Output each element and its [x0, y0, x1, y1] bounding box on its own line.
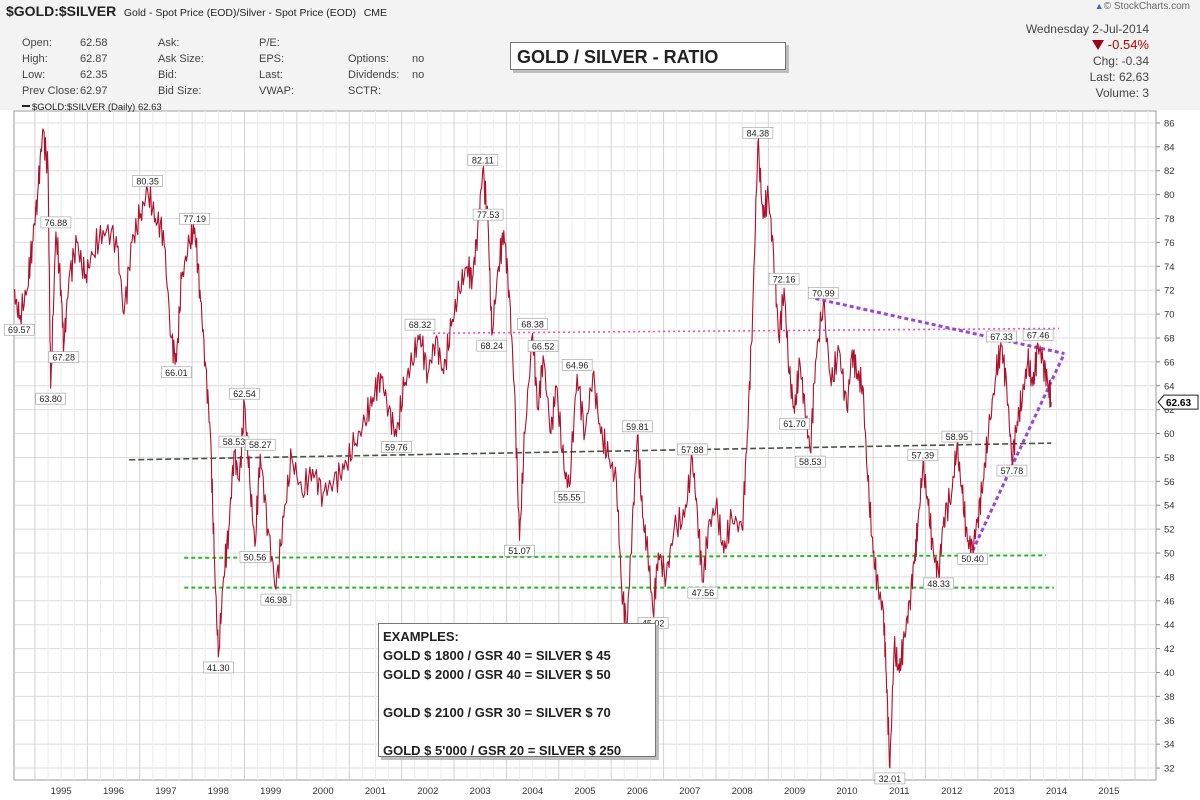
value-callout: 66.52	[532, 342, 555, 352]
x-tick-label: 1996	[103, 786, 124, 797]
x-tick-label: 2001	[365, 786, 386, 797]
value-callout: 58.53	[799, 457, 822, 467]
x-tick-label: 2005	[574, 786, 595, 797]
y-tick-label: 40	[1164, 668, 1175, 679]
value-callout: 57.88	[681, 445, 704, 455]
value-callout: 57.78	[1001, 466, 1024, 476]
value-callout: 82.11	[472, 155, 494, 165]
value-callout: 55.55	[558, 493, 581, 503]
y-tick-label: 72	[1164, 286, 1175, 297]
y-tick-label: 64	[1164, 381, 1175, 392]
legend: $GOLD:$SILVER (Daily) 62.63	[22, 102, 162, 113]
y-tick-label: 36	[1164, 716, 1175, 727]
value-callout: 67.46	[1027, 330, 1050, 340]
value-callout: 50.40	[961, 554, 984, 564]
value-callout: 72.16	[773, 274, 796, 284]
value-callout: 67.28	[53, 353, 76, 363]
value-callout: 59.81	[626, 422, 649, 432]
examples-line: GOLD $ 1800 / GSR 40 = SILVER $ 45	[383, 648, 611, 663]
value-callout: 47.56	[692, 588, 715, 598]
x-tick-label: 2008	[732, 786, 753, 797]
examples-line: GOLD $ 2100 / GSR 30 = SILVER $ 70	[383, 705, 611, 720]
x-tick-label: 1999	[260, 786, 281, 797]
y-tick-label: 66	[1164, 357, 1175, 368]
legend-label: $GOLD:$SILVER (Daily) 62.63	[32, 102, 162, 113]
value-callout: 58.27	[249, 440, 272, 450]
x-tick-label: 1998	[208, 786, 229, 797]
value-callout: 62.54	[233, 389, 256, 399]
value-callout: 41.30	[207, 663, 230, 673]
y-tick-label: 32	[1164, 764, 1175, 775]
value-callout: 66.01	[165, 368, 188, 378]
y-tick-label: 56	[1164, 477, 1175, 488]
y-tick-label: 52	[1164, 525, 1175, 536]
legend-swatch	[22, 105, 30, 107]
examples-line	[383, 722, 651, 741]
value-callout: 59.76	[385, 442, 408, 452]
last-value-label: 62.63	[1166, 398, 1191, 409]
y-tick-label: 78	[1164, 214, 1175, 225]
value-callout: 63.80	[39, 394, 62, 404]
value-callout: 77.19	[183, 214, 206, 224]
x-tick-label: 2009	[784, 786, 805, 797]
value-callout: 57.39	[912, 451, 935, 461]
x-tick-label: 2012	[941, 786, 962, 797]
y-tick-label: 48	[1164, 572, 1175, 583]
x-tick-label: 2000	[313, 786, 334, 797]
value-callout: 50.56	[244, 552, 267, 562]
y-tick-label: 44	[1164, 620, 1175, 631]
value-callout: 68.32	[409, 320, 432, 330]
value-callout: 51.07	[508, 546, 531, 556]
x-tick-label: 1997	[155, 786, 176, 797]
value-callout: 46.98	[265, 595, 288, 605]
y-tick-label: 46	[1164, 596, 1175, 607]
value-callout: 32.01	[879, 774, 902, 784]
y-tick-label: 34	[1164, 740, 1175, 751]
examples-line: EXAMPLES:	[383, 629, 459, 644]
x-tick-label: 2006	[627, 786, 648, 797]
x-tick-label: 2011	[889, 786, 909, 797]
y-tick-label: 68	[1164, 333, 1175, 344]
x-tick-label: 2003	[470, 786, 491, 797]
value-callout: 77.53	[477, 210, 500, 220]
y-tick-label: 58	[1164, 453, 1175, 464]
value-callout: 68.38	[521, 319, 544, 329]
examples-line: GOLD $ 5'000 / GSR 20 = SILVER $ 250	[383, 743, 622, 758]
y-tick-label: 80	[1164, 190, 1175, 201]
y-tick-label: 82	[1164, 166, 1175, 177]
value-callout: 80.35	[136, 176, 159, 186]
examples-line: GOLD $ 2000 / GSR 40 = SILVER $ 50	[383, 667, 611, 682]
value-callout: 48.33	[927, 579, 950, 589]
value-callout: 67.33	[990, 332, 1013, 342]
x-tick-label: 2015	[1098, 786, 1119, 797]
y-tick-label: 54	[1164, 501, 1175, 512]
x-tick-label: 2007	[679, 786, 700, 797]
value-callout: 68.24	[480, 341, 503, 351]
y-tick-label: 84	[1164, 142, 1175, 153]
x-tick-label: 2004	[522, 786, 543, 797]
y-tick-label: 70	[1164, 310, 1175, 321]
y-tick-label: 38	[1164, 692, 1175, 703]
y-tick-label: 74	[1164, 262, 1175, 273]
value-callout: 69.57	[8, 325, 31, 335]
value-callout: 84.38	[747, 128, 770, 138]
x-tick-label: 2002	[417, 786, 438, 797]
examples-line	[383, 684, 651, 703]
y-tick-label: 76	[1164, 238, 1175, 249]
value-callout: 58.53	[223, 437, 246, 447]
examples-box: EXAMPLES: GOLD $ 1800 / GSR 40 = SILVER …	[378, 623, 656, 758]
y-tick-label: 60	[1164, 429, 1175, 440]
value-callout: 76.88	[45, 218, 68, 228]
value-callout: 70.99	[812, 288, 835, 298]
x-tick-label: 2013	[994, 786, 1015, 797]
y-tick-label: 86	[1164, 118, 1175, 129]
x-tick-label: 1995	[51, 786, 72, 797]
value-callout: 61.70	[783, 419, 806, 429]
y-tick-label: 50	[1164, 549, 1175, 560]
x-tick-label: 2014	[1046, 786, 1067, 797]
value-callout: 64.96	[566, 360, 589, 370]
y-tick-label: 42	[1164, 644, 1175, 655]
x-tick-label: 2010	[836, 786, 857, 797]
value-callout: 58.95	[946, 432, 969, 442]
